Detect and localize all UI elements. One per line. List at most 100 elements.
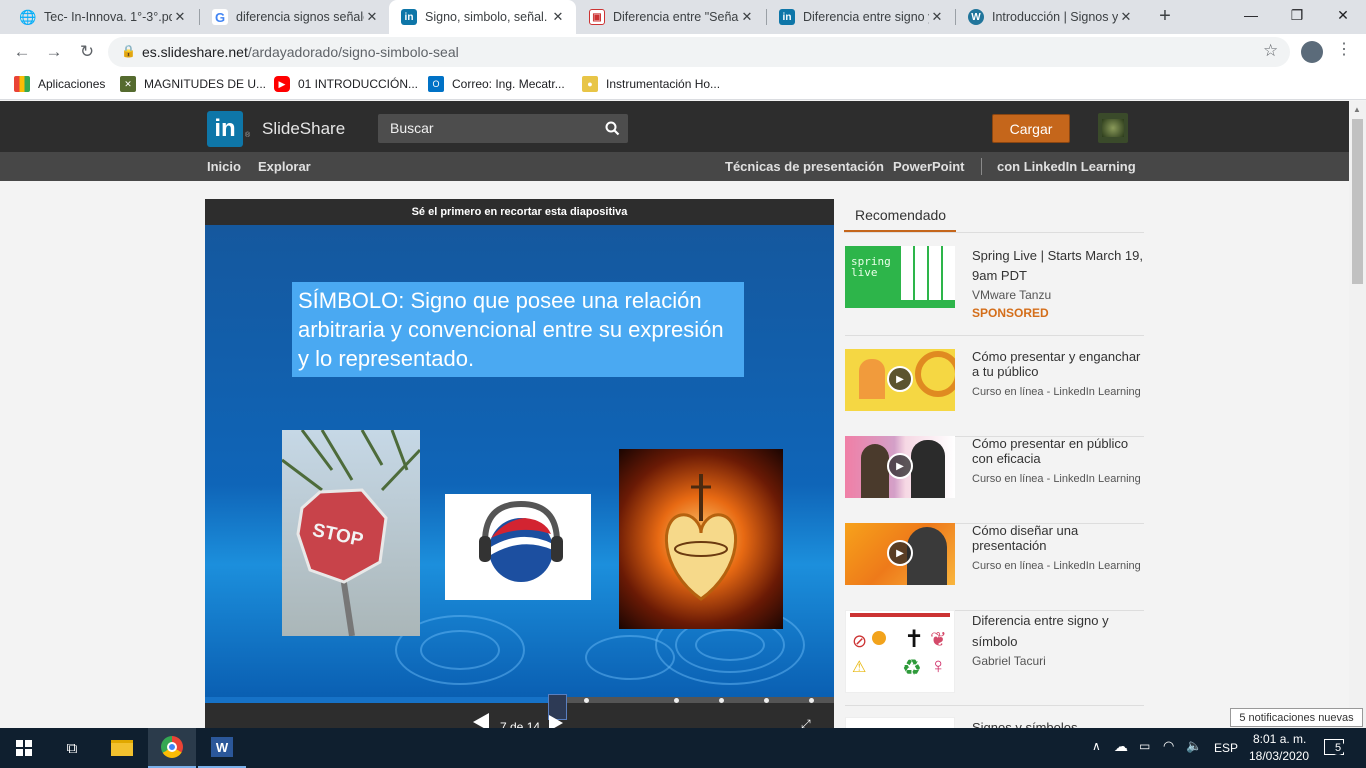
word-logo: W — [211, 737, 233, 757]
close-tab-icon[interactable]: ✕ — [1118, 9, 1134, 25]
recommended-title[interactable]: Diferencia entre signo y símbolo — [972, 610, 1144, 652]
clock-date[interactable]: 18/03/2020 — [1249, 749, 1309, 763]
slide-counter: 7 de 14 — [500, 720, 541, 728]
close-tab-icon[interactable]: ✕ — [550, 9, 566, 25]
profile-avatar[interactable] — [1301, 41, 1323, 63]
nav-divider — [981, 158, 982, 175]
spring-live-thumbnail: spring live — [845, 246, 955, 308]
nav-presentation-techniques[interactable]: Técnicas de presentación — [725, 159, 884, 174]
windows-start-icon[interactable] — [0, 728, 48, 768]
url-path: /ardayadorado/signo-simbolo-seal — [247, 44, 459, 60]
clip-banner[interactable]: Sé el primero en recortar esta diapositi… — [205, 199, 834, 225]
tab-recommended[interactable]: Recomendado — [844, 200, 956, 233]
google-icon: G — [212, 9, 228, 25]
tool-icon: ✕ — [120, 76, 136, 92]
previous-slide-icon[interactable] — [473, 713, 489, 728]
recommended-author: Curso en línea - LinkedIn Learning — [972, 386, 1141, 398]
tab-introduccion-signos[interactable]: W Introducción | Signos y ✕ — [956, 0, 1144, 34]
bookmark-magnitudes[interactable]: ✕ MAGNITUDES DE U... — [120, 76, 266, 92]
recommended-title[interactable]: Cómo presentar y enganchar a tu público — [972, 349, 1144, 379]
recommended-item[interactable]: ▶ Cómo presentar y enganchar a tu públic… — [845, 349, 1144, 437]
user-avatar[interactable] — [1098, 113, 1128, 143]
close-tab-icon[interactable]: ✕ — [739, 9, 755, 25]
stop-sign-image: STOP — [282, 430, 420, 636]
recommended-item[interactable]: ▶ Cómo diseñar una presentación Curso en… — [845, 523, 1144, 611]
recommended-item[interactable]: spring live Spring Live | Starts March 1… — [845, 246, 1144, 336]
menu-kebab-icon[interactable]: ⋮ — [1336, 42, 1352, 58]
restore-button[interactable]: ❐ — [1274, 0, 1320, 30]
clock-time[interactable]: 8:01 a. m. — [1253, 732, 1306, 746]
tab-google-search[interactable]: G diferencia signos señale ✕ — [200, 0, 390, 34]
presenter-figure — [859, 359, 885, 399]
volume-icon[interactable]: 🔈 — [1186, 738, 1202, 754]
linkedin-logo-icon[interactable]: in — [207, 111, 243, 147]
nav-explore[interactable]: Explorar — [258, 159, 311, 174]
notification-toast[interactable]: 5 notificaciones nuevas — [1230, 708, 1363, 727]
play-icon[interactable]: ▶ — [887, 540, 913, 566]
chrome-icon[interactable] — [148, 728, 196, 768]
wifi-icon[interactable]: ◠ — [1163, 738, 1174, 754]
tab-title: Diferencia entre signo y — [803, 10, 929, 24]
minimize-button[interactable]: — — [1228, 0, 1274, 30]
file-explorer-icon[interactable] — [98, 728, 146, 768]
search-box[interactable]: Buscar — [378, 114, 628, 143]
recommended-title[interactable]: Cómo diseñar una presentación — [972, 523, 1144, 553]
search-icon[interactable] — [605, 121, 620, 136]
tab-diferencia-senal[interactable]: ▣ Diferencia entre "Señal" ✕ — [577, 0, 765, 34]
tab-slideshare-active[interactable]: in Signo, simbolo, señal. ✕ — [389, 0, 576, 34]
play-icon[interactable]: ▶ — [887, 366, 913, 392]
show-hidden-icons-chevron-icon[interactable]: ∧ — [1092, 739, 1101, 753]
close-window-button[interactable]: ✕ — [1320, 0, 1366, 30]
recommended-title[interactable]: Signos y símbolos — [972, 720, 1144, 728]
presenter-figure — [911, 440, 945, 498]
bookmark-introduccion[interactable]: ▶ 01 INTRODUCCIÓN... — [274, 76, 418, 92]
tab-diferencia-signo[interactable]: in Diferencia entre signo y ✕ — [767, 0, 955, 34]
windows-taskbar: ⧉ W ∧ ☁ ▭ ◠ 🔈 ESP 8:01 a. m. 18/03/2020 … — [0, 728, 1366, 768]
search-input[interactable]: Buscar — [390, 120, 434, 136]
nav-powerpoint[interactable]: PowerPoint — [893, 159, 965, 174]
bookmark-star-icon[interactable]: ☆ — [1263, 41, 1278, 61]
scrollbar-thumb[interactable] — [1352, 119, 1363, 284]
address-bar[interactable]: 🔒 es.slideshare.net/ardayadorado/signo-s… — [108, 37, 1290, 67]
cloud-icon[interactable]: ☁ — [1114, 738, 1128, 755]
page-scrollbar[interactable]: ▲ — [1349, 101, 1366, 728]
close-tab-icon[interactable]: ✕ — [172, 9, 188, 25]
course-thumbnail: ▶ — [845, 436, 955, 498]
language-indicator[interactable]: ESP — [1214, 741, 1238, 755]
nav-linkedin-learning[interactable]: con LinkedIn Learning — [997, 159, 1136, 174]
fullscreen-icon[interactable]: ⤢ — [801, 717, 811, 728]
close-tab-icon[interactable]: ✕ — [929, 9, 945, 25]
recommended-title[interactable]: Spring Live | Starts March 19, 9am PDT — [972, 246, 1144, 286]
play-icon[interactable]: ▶ — [887, 453, 913, 479]
tab-tec-innova[interactable]: 🌐 Tec- In-Innova. 1°-3°.pd ✕ — [8, 0, 198, 34]
thumbnail-text: spring live — [851, 255, 891, 279]
battery-icon[interactable]: ▭ — [1139, 739, 1150, 753]
bookmark-apps[interactable]: Aplicaciones — [14, 76, 105, 92]
word-icon[interactable]: W — [198, 728, 246, 768]
slideshare-brand[interactable]: SlideShare — [262, 119, 345, 139]
upload-button[interactable]: Cargar — [992, 114, 1070, 143]
forward-button[interactable]: → — [42, 40, 66, 64]
tab-title: Diferencia entre "Señal" — [613, 10, 739, 24]
recommended-title[interactable]: Cómo presentar en público con eficacia — [972, 436, 1144, 466]
recommended-item[interactable]: Signos y símbolos — [845, 717, 1144, 728]
task-view-icon[interactable]: ⧉ — [48, 728, 96, 768]
folder-shape — [111, 740, 133, 756]
slide-canvas: SÍMBOLO: Signo que posee una relación ar… — [205, 225, 834, 697]
bookmark-correo[interactable]: O Correo: Ing. Mecatr... — [428, 76, 565, 92]
water-ripple — [420, 630, 500, 670]
nav-home[interactable]: Inicio — [207, 159, 241, 174]
presenter-figure — [907, 527, 947, 585]
close-tab-icon[interactable]: ✕ — [364, 9, 380, 25]
bookmarks-bar: Aplicaciones ✕ MAGNITUDES DE U... ▶ 01 I… — [0, 70, 1366, 100]
scroll-up-arrow-icon[interactable]: ▲ — [1353, 105, 1361, 114]
back-button[interactable]: ← — [10, 40, 34, 64]
recommended-item[interactable]: ⊘ ✝ ❦ ⚠ ♻ ♀ Diferencia entre signo y sím… — [845, 610, 1144, 706]
bookmark-instrumentacion[interactable]: ● Instrumentación Ho... — [582, 76, 720, 92]
reload-button[interactable]: ↻ — [75, 40, 99, 64]
slide-controls: 7 de 14 ⤢ — [205, 694, 834, 728]
browser-tab-strip: 🌐 Tec- In-Innova. 1°-3°.pd ✕ G diferenci… — [0, 0, 1366, 34]
recommended-item[interactable]: ▶ Cómo presentar en público con eficacia… — [845, 436, 1144, 524]
new-tab-button[interactable]: + — [1155, 6, 1175, 26]
next-slide-icon[interactable] — [549, 715, 563, 728]
